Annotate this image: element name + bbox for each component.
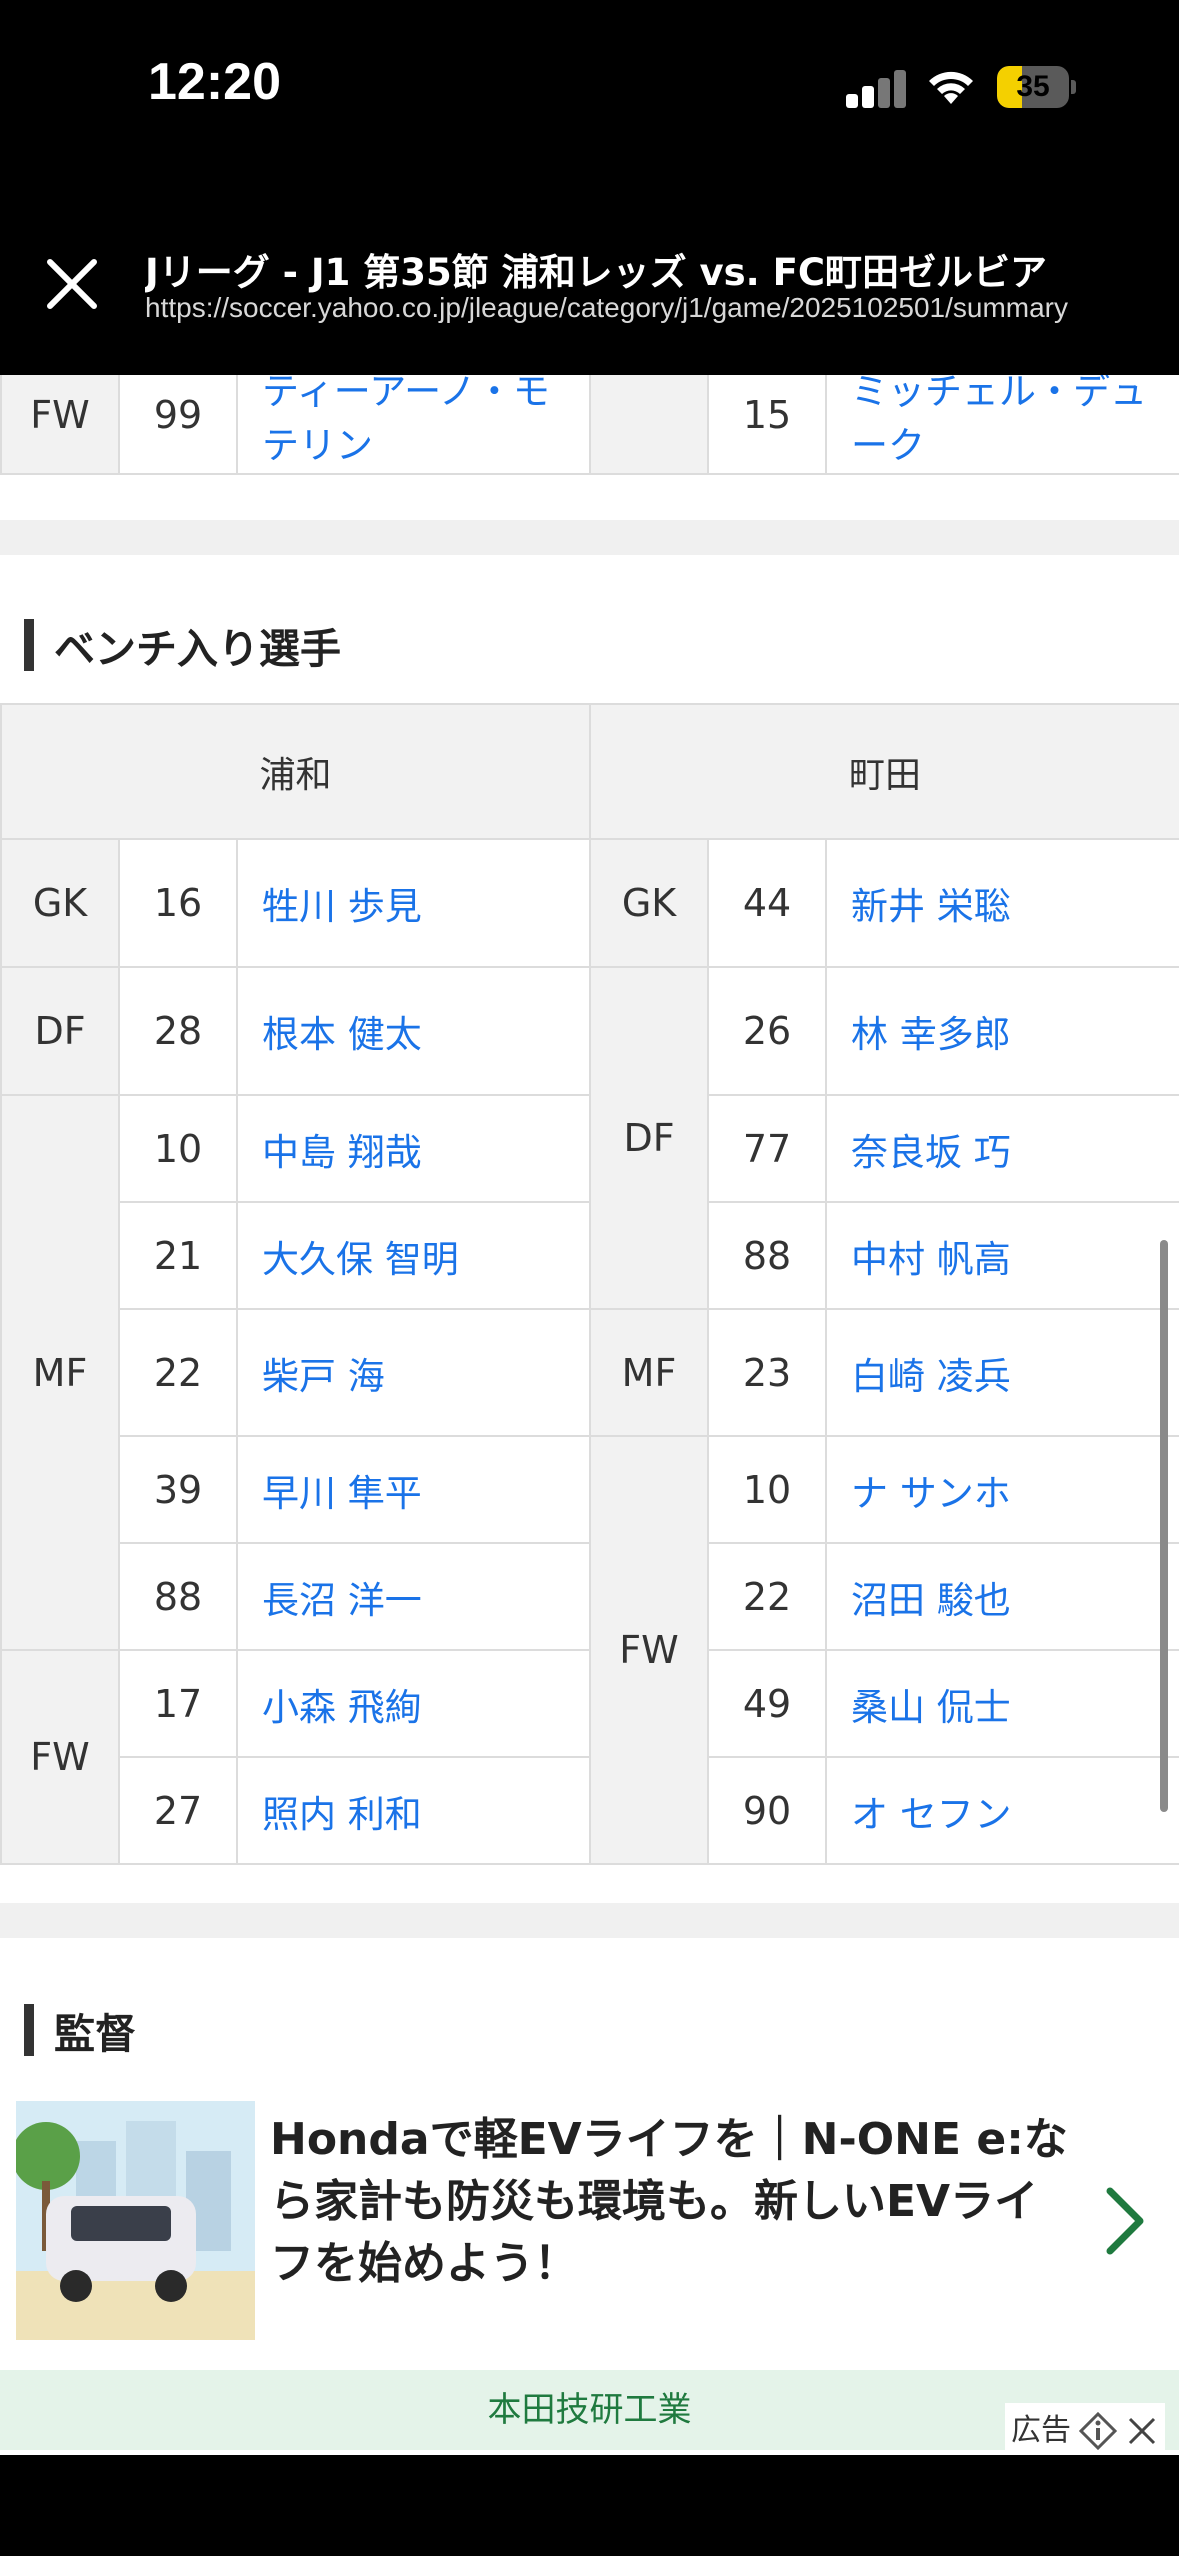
- browser-top-bar: 12:20 35 Jリーグ - J1 第35節 浦和レッズ vs. FC町田ゼル…: [0, 0, 1179, 375]
- bottom-bar: [0, 2455, 1179, 2556]
- number-cell: 16: [118, 838, 238, 968]
- cellular-signal-icon: [846, 68, 908, 108]
- ad-label[interactable]: 広告: [1005, 2403, 1165, 2455]
- manager-heading: 監督: [24, 2000, 136, 2060]
- table-row: 22 柴戸 海 MF 23 白崎 凌兵: [1, 1308, 1179, 1437]
- table-row: DF 28 根本 健太 DF 26 林 幸多郎: [0, 966, 1179, 1310]
- bench-table: 浦和 町田 GK 16 牲川 歩見 GK 44 新井 栄聡 DF 28 根本 健…: [0, 703, 1179, 1865]
- ad-label-text: 広告: [1011, 2413, 1071, 2448]
- ad-close-icon[interactable]: [1125, 2414, 1159, 2448]
- position-cell: GK: [589, 838, 709, 968]
- player-link[interactable]: 大久保 智明: [236, 1201, 591, 1310]
- number-cell: 90: [707, 1756, 827, 1865]
- number-cell: 17: [118, 1649, 238, 1758]
- player-link[interactable]: ティーアーノ・モ テリン: [236, 375, 591, 475]
- battery-level: 35: [1016, 70, 1050, 103]
- number-cell: 22: [118, 1308, 238, 1437]
- close-icon[interactable]: [40, 252, 104, 316]
- player-link[interactable]: 牲川 歩見: [236, 838, 591, 968]
- position-cell: MF: [0, 1094, 120, 1651]
- car-ad-image: [16, 2101, 255, 2340]
- ad-banner[interactable]: Hondaで軽EVライフを｜N-ONE e:なら家計も防災も環境も。新しいEVラ…: [0, 2065, 1179, 2455]
- position-cell: DF: [0, 966, 120, 1096]
- player-link[interactable]: 中島 翔哉: [236, 1094, 591, 1203]
- number-cell: 77: [707, 1094, 827, 1203]
- position-cell: DF: [589, 966, 709, 1310]
- home-team-header: 浦和: [0, 703, 591, 840]
- player-link[interactable]: 新井 栄聡: [825, 838, 1179, 968]
- number-cell: 23: [707, 1308, 827, 1437]
- player-link[interactable]: 柴戸 海: [236, 1308, 591, 1437]
- position-cell: MF: [589, 1308, 709, 1437]
- player-link[interactable]: 根本 健太: [236, 966, 591, 1096]
- number-cell: 10: [118, 1094, 238, 1203]
- player-link[interactable]: ミッチェル・デュ ーク: [825, 375, 1179, 475]
- ad-headline[interactable]: Hondaで軽EVライフを｜N-ONE e:なら家計も防災も環境も。新しいEVラ…: [270, 2109, 1070, 2295]
- section-divider: [0, 1903, 1179, 1938]
- page-content: FW 99 ティーアーノ・モ テリン 15 ミッチェル・デュ ーク ベンチ入り選…: [0, 375, 1179, 2455]
- player-link[interactable]: オ セフン: [825, 1756, 1179, 1865]
- number-cell: 88: [118, 1542, 238, 1651]
- player-link[interactable]: 桑山 侃士: [825, 1649, 1179, 1758]
- table-row: GK 16 牲川 歩見 GK 44 新井 栄聡: [0, 838, 1179, 968]
- number-cell: 39: [118, 1435, 238, 1544]
- player-link[interactable]: 中村 帆高: [825, 1201, 1179, 1310]
- number-cell: 49: [707, 1649, 827, 1758]
- player-link[interactable]: 奈良坂 巧: [825, 1094, 1179, 1203]
- position-cell: FW: [0, 1649, 120, 1865]
- number-cell: 21: [118, 1201, 238, 1310]
- player-link[interactable]: 白崎 凌兵: [825, 1308, 1179, 1437]
- table-row: 39 早川 隼平 FW 10 ナ サンホ: [1, 1435, 1179, 1865]
- player-link[interactable]: 林 幸多郎: [825, 966, 1179, 1096]
- status-time: 12:20: [148, 53, 281, 111]
- number-cell: 88: [707, 1201, 827, 1310]
- ad-sponsor[interactable]: 本田技研工業: [0, 2370, 1179, 2450]
- page-title: Jリーグ - J1 第35節 浦和レッズ vs. FC町田ゼルビア: [145, 251, 1048, 294]
- table-row: FW 99 ティーアーノ・モ テリン 15 ミッチェル・デュ ーク: [0, 375, 1179, 475]
- position-cell: FW: [589, 1435, 709, 1865]
- number-cell: 99: [118, 375, 238, 475]
- ad-info-icon[interactable]: [1079, 2412, 1117, 2450]
- player-link[interactable]: 照内 利和: [236, 1756, 591, 1865]
- player-link[interactable]: ナ サンホ: [825, 1435, 1179, 1544]
- number-cell: 10: [707, 1435, 827, 1544]
- page-url: https://soccer.yahoo.co.jp/jleague/categ…: [145, 292, 1069, 323]
- wifi-icon: [929, 71, 973, 104]
- bench-heading: ベンチ入り選手: [24, 615, 341, 675]
- number-cell: 22: [707, 1542, 827, 1651]
- position-cell: [589, 375, 709, 475]
- vertical-scrollbar[interactable]: [1160, 1240, 1168, 1812]
- player-link[interactable]: 沼田 駿也: [825, 1542, 1179, 1651]
- number-cell: 26: [707, 966, 827, 1096]
- player-link[interactable]: 小森 飛絢: [236, 1649, 591, 1758]
- battery-icon: 35: [997, 66, 1076, 108]
- chevron-right-icon[interactable]: [1100, 2181, 1150, 2261]
- away-team-header: 町田: [589, 703, 1179, 840]
- number-cell: 27: [118, 1756, 238, 1865]
- starting-lineup-table: FW 99 ティーアーノ・モ テリン 15 ミッチェル・デュ ーク: [0, 375, 1179, 475]
- position-cell: FW: [0, 375, 120, 475]
- position-cell: GK: [0, 838, 120, 968]
- player-link[interactable]: 長沼 洋一: [236, 1542, 591, 1651]
- number-cell: 28: [118, 966, 238, 1096]
- player-link[interactable]: 早川 隼平: [236, 1435, 591, 1544]
- number-cell: 15: [707, 375, 827, 475]
- section-divider: [0, 520, 1179, 555]
- number-cell: 44: [707, 838, 827, 968]
